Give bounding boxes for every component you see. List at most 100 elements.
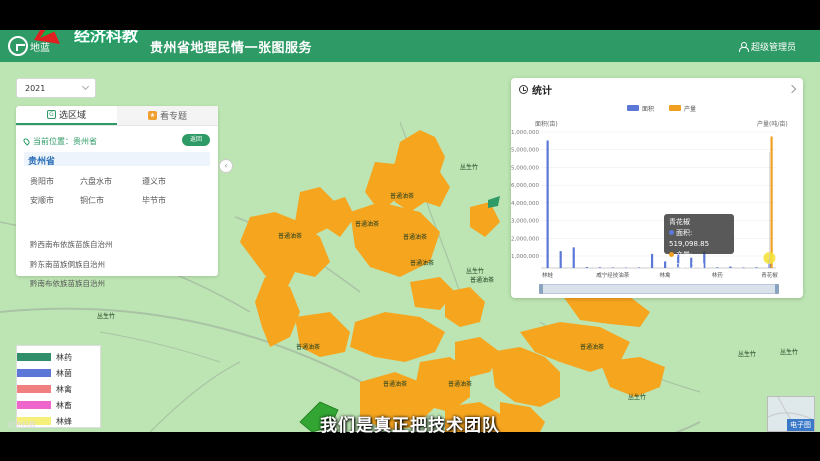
city-item[interactable]: 遵义市 [142, 176, 192, 187]
map-label: 普通油茶 [410, 260, 435, 267]
area-bar [742, 267, 745, 268]
area-bar [546, 140, 549, 268]
x-tick-label: 林药 [712, 271, 724, 279]
panel-tabs: G 选区域 ★ 看专题 [16, 106, 218, 126]
legend-item: 林菌 [17, 365, 72, 381]
legend-label: 林菌 [56, 368, 72, 378]
chevron-left-icon: ‹ [224, 161, 228, 170]
slider-handle-left[interactable] [539, 284, 543, 294]
legend-item: 林禽 [17, 381, 72, 397]
year-select[interactable]: 2021 [16, 78, 96, 98]
legend-swatch [17, 369, 51, 377]
output-dot-icon [669, 252, 674, 257]
area-bar [611, 267, 615, 268]
map-label: 丛生竹 [97, 313, 116, 320]
x-tick-label: 林禽 [660, 271, 672, 279]
tab-label: 选区域 [58, 111, 86, 121]
city-row: 安顺市 铜仁市 毕节市 [30, 191, 210, 210]
tooltip-area: 面积: 519,098.85 [669, 229, 710, 248]
city-item[interactable]: 安顺市 [30, 195, 80, 206]
logo-icon [8, 36, 28, 56]
prefecture-item[interactable]: 黔东南苗族侗族自治州 [30, 259, 113, 279]
legend-swatch [669, 105, 681, 111]
legend-label: 产量 [684, 105, 696, 113]
x-tick-label: 威宁经技油茶 [596, 271, 630, 279]
y-tick-label: 5,000,000 [511, 148, 539, 154]
star-icon: ★ [147, 111, 157, 120]
city-item[interactable]: 毕节市 [142, 195, 192, 206]
city-item[interactable]: 贵阳市 [30, 176, 80, 187]
legend-item: 林药 [17, 349, 72, 365]
legend-label: 林药 [56, 352, 72, 362]
x-tick-label: 林蛙 [542, 271, 554, 279]
map-label: 普通油茶 [355, 221, 380, 228]
area-bar [637, 267, 641, 268]
y-tick-label: 6,000,000 [511, 183, 539, 189]
bottom-channel-logo: 经济科教 [8, 421, 36, 429]
app-window: 丛生竹 普通油茶 普通油茶 普通油茶 普通油茶 普通油茶 丛生竹 普通油茶 丛生… [0, 30, 820, 432]
city-item[interactable]: 铜仁市 [80, 195, 142, 206]
y-tick-label: 4,000,000 [511, 201, 539, 207]
location-value: 贵州省 [73, 136, 97, 146]
area-bar [755, 267, 758, 268]
area-bar [585, 267, 588, 268]
letterbox-bottom [0, 432, 820, 461]
area-bar [664, 261, 667, 268]
region-panel: G 选区域 ★ 看专题 当前位置： 贵州省 返回 贵州省 贵阳市 六盘水市 遵义… [16, 106, 218, 288]
map-label: 普通油茶 [296, 344, 321, 351]
location-prefix: 当前位置： [33, 136, 73, 146]
tab-select-region[interactable]: G 选区域 [16, 106, 117, 125]
city-item[interactable]: 六盘水市 [80, 176, 142, 187]
map-label: 普通油茶 [383, 381, 408, 388]
user-name: 超级管理员 [750, 43, 796, 53]
letterbox-top [0, 0, 820, 30]
area-bar [559, 251, 562, 268]
map-label: 丛生竹 [466, 268, 485, 275]
area-bar [598, 267, 601, 268]
map-label: 丛生竹 [738, 351, 757, 358]
current-location: 当前位置： 贵州省 返回 [22, 134, 210, 148]
legend-label: 林畜 [56, 400, 72, 410]
legend-swatch [17, 353, 51, 361]
y-tick-label: 1,000,000 [511, 130, 539, 136]
tab-view-topic[interactable]: ★ 看专题 [117, 106, 218, 125]
region-tab-icon: G [46, 110, 56, 119]
chevron-down-icon [81, 82, 90, 91]
chart-tooltip: 青花椒 面积: 519,098.85 产量: 7,014,373 [664, 214, 734, 270]
city-grid: 贵阳市 六盘水市 遵义市 安顺市 铜仁市 毕节市 [30, 172, 210, 210]
user-menu[interactable]: 超级管理员 [738, 40, 796, 53]
back-button[interactable]: 返回 [182, 134, 210, 146]
map-label: 普通油茶 [580, 344, 605, 351]
channel-watermark-text: 经济科教 [74, 30, 139, 45]
prefecture-item[interactable]: 黔南布依族苗族自治州 [30, 278, 113, 298]
x-tick-label: 青花椒 [761, 271, 778, 279]
y-axis-title-right: 产量(吨/亩) [757, 120, 788, 128]
legend-swatch [627, 105, 639, 111]
map-label: 丛生竹 [780, 349, 799, 356]
user-icon [738, 42, 749, 52]
video-subtitle: 我们是真正把技术团队 [320, 416, 500, 436]
output-bar [770, 136, 773, 268]
collapse-panel-button[interactable]: ‹ [219, 159, 233, 173]
channel-logo-icon [34, 30, 60, 44]
map-label: 丛生竹 [628, 394, 647, 401]
legend-label: 林禽 [56, 384, 72, 394]
y-tick-label: 2,000,000 [511, 236, 539, 242]
y-tick-label: 5,000,000 [511, 165, 539, 171]
province-item[interactable]: 贵州省 [24, 152, 210, 167]
app-title: 贵州省地理民情一张图服务 [150, 41, 313, 56]
tooltip-category: 青花椒 [669, 218, 690, 226]
y-tick-label: 1,000,000 [511, 254, 539, 260]
prefecture-list: 黔西南布依族苗族自治州 黔东南苗族侗族自治州 黔南布依族苗族自治州 [30, 239, 113, 298]
y-tick-label: 3,000,000 [511, 219, 539, 225]
year-select-value: 2021 [25, 84, 46, 93]
area-bar [572, 247, 575, 268]
prefecture-item[interactable]: 黔西南布依族苗族自治州 [30, 239, 113, 259]
legend-swatch [17, 401, 51, 409]
chart-zoom-slider[interactable] [539, 284, 779, 294]
slider-handle-right[interactable] [775, 284, 779, 294]
map-label: 普通油茶 [403, 234, 428, 241]
stats-chart[interactable]: 面积 产量面积(亩) 产量(吨/亩) 1,000,000 5,000,000 5,000,… [511, 78, 803, 298]
legend-label: 面积 [642, 105, 654, 113]
city-row: 贵阳市 六盘水市 遵义市 [30, 172, 210, 191]
